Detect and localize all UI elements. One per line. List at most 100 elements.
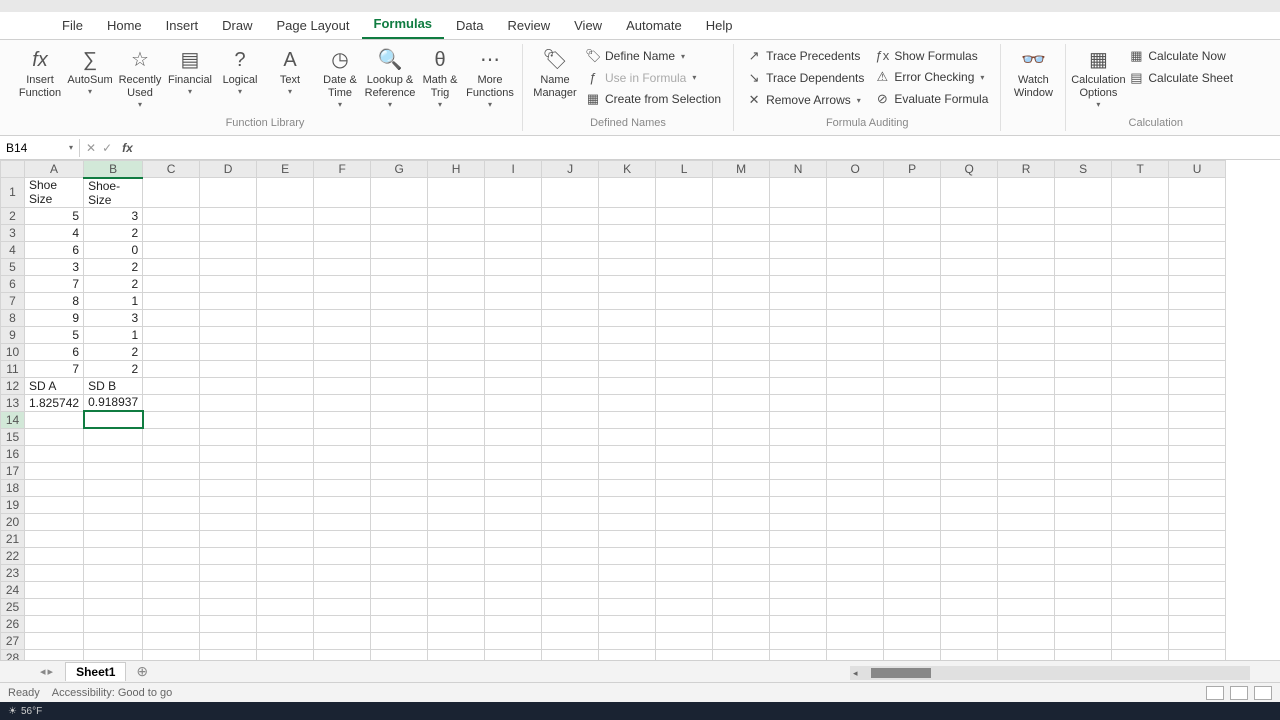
- cell[interactable]: [485, 632, 542, 649]
- cell[interactable]: [200, 258, 257, 275]
- cell[interactable]: [998, 547, 1055, 564]
- row-header[interactable]: 9: [1, 326, 25, 343]
- cell[interactable]: [485, 224, 542, 241]
- logical-button[interactable]: ? Logical▾: [216, 46, 264, 99]
- cell[interactable]: [25, 632, 84, 649]
- calc-options-button[interactable]: ▦ Calculation Options▾: [1074, 46, 1122, 112]
- cell[interactable]: [143, 224, 200, 241]
- cell[interactable]: [485, 564, 542, 581]
- cell[interactable]: [827, 462, 884, 479]
- cell[interactable]: [485, 343, 542, 360]
- cell[interactable]: [713, 241, 770, 258]
- show-formulas-button[interactable]: ƒxShow Formulas: [870, 46, 992, 65]
- cell[interactable]: [770, 530, 827, 547]
- cell[interactable]: [371, 445, 428, 462]
- cell[interactable]: [200, 445, 257, 462]
- cell[interactable]: [941, 309, 998, 326]
- cell[interactable]: [485, 292, 542, 309]
- cell[interactable]: [599, 445, 656, 462]
- cell[interactable]: [314, 292, 371, 309]
- cell[interactable]: [941, 326, 998, 343]
- cell[interactable]: [428, 445, 485, 462]
- cell[interactable]: [998, 309, 1055, 326]
- autosum-button[interactable]: ∑ AutoSum▾: [66, 46, 114, 99]
- cell[interactable]: [998, 343, 1055, 360]
- cell[interactable]: [200, 564, 257, 581]
- cell[interactable]: [884, 598, 941, 615]
- cell[interactable]: [827, 258, 884, 275]
- cell[interactable]: [200, 275, 257, 292]
- cell[interactable]: [713, 649, 770, 660]
- cell[interactable]: [428, 513, 485, 530]
- cell[interactable]: [314, 496, 371, 513]
- cell[interactable]: [143, 445, 200, 462]
- cell[interactable]: [200, 598, 257, 615]
- cell[interactable]: [827, 224, 884, 241]
- sheet-prev-icon[interactable]: ◂: [40, 665, 46, 678]
- cell[interactable]: 8: [25, 292, 84, 309]
- cell[interactable]: [1055, 178, 1112, 208]
- cell[interactable]: [200, 343, 257, 360]
- cell[interactable]: [428, 377, 485, 394]
- cell[interactable]: [998, 649, 1055, 660]
- cell[interactable]: [485, 241, 542, 258]
- cell[interactable]: [314, 462, 371, 479]
- column-header[interactable]: H: [428, 161, 485, 178]
- cell[interactable]: [371, 530, 428, 547]
- column-header[interactable]: L: [656, 161, 713, 178]
- column-header[interactable]: I: [485, 161, 542, 178]
- cell[interactable]: [1112, 343, 1169, 360]
- cell[interactable]: [542, 445, 599, 462]
- row-header[interactable]: 24: [1, 581, 25, 598]
- cell[interactable]: [314, 241, 371, 258]
- cell[interactable]: [1055, 564, 1112, 581]
- cell[interactable]: [143, 326, 200, 343]
- cell[interactable]: [428, 178, 485, 208]
- cell[interactable]: [884, 513, 941, 530]
- cell[interactable]: [257, 513, 314, 530]
- cell[interactable]: [428, 394, 485, 411]
- cell[interactable]: [884, 309, 941, 326]
- cell[interactable]: [84, 564, 143, 581]
- recently-used-button[interactable]: ☆ Recently Used▾: [116, 46, 164, 112]
- cell[interactable]: 2: [84, 224, 143, 241]
- cell[interactable]: [1055, 326, 1112, 343]
- column-header[interactable]: P: [884, 161, 941, 178]
- cell[interactable]: 0: [84, 241, 143, 258]
- cell[interactable]: [1169, 564, 1226, 581]
- row-header[interactable]: 2: [1, 207, 25, 224]
- cell[interactable]: [998, 224, 1055, 241]
- cell[interactable]: [998, 275, 1055, 292]
- cell[interactable]: [941, 632, 998, 649]
- cell[interactable]: [84, 479, 143, 496]
- cell[interactable]: [200, 615, 257, 632]
- cell[interactable]: [257, 428, 314, 445]
- cell[interactable]: [314, 258, 371, 275]
- cell[interactable]: 3: [84, 309, 143, 326]
- cell[interactable]: 5: [25, 207, 84, 224]
- column-header[interactable]: N: [770, 161, 827, 178]
- cell[interactable]: [599, 207, 656, 224]
- cell[interactable]: [143, 360, 200, 377]
- cell[interactable]: [713, 513, 770, 530]
- cell[interactable]: [1112, 258, 1169, 275]
- column-header[interactable]: A: [25, 161, 84, 178]
- cell[interactable]: 7: [25, 360, 84, 377]
- cell[interactable]: [542, 581, 599, 598]
- cell[interactable]: [713, 564, 770, 581]
- cell[interactable]: [827, 360, 884, 377]
- cell[interactable]: [884, 275, 941, 292]
- cell[interactable]: [713, 547, 770, 564]
- cell[interactable]: [941, 343, 998, 360]
- cell[interactable]: [884, 479, 941, 496]
- cell[interactable]: [827, 496, 884, 513]
- row-header[interactable]: 7: [1, 292, 25, 309]
- view-break-button[interactable]: [1254, 686, 1272, 700]
- tab-home[interactable]: Home: [95, 12, 154, 39]
- cell[interactable]: [257, 275, 314, 292]
- cell[interactable]: [542, 564, 599, 581]
- cell[interactable]: [599, 598, 656, 615]
- cell[interactable]: [428, 411, 485, 428]
- cell[interactable]: [884, 615, 941, 632]
- cell[interactable]: [656, 178, 713, 208]
